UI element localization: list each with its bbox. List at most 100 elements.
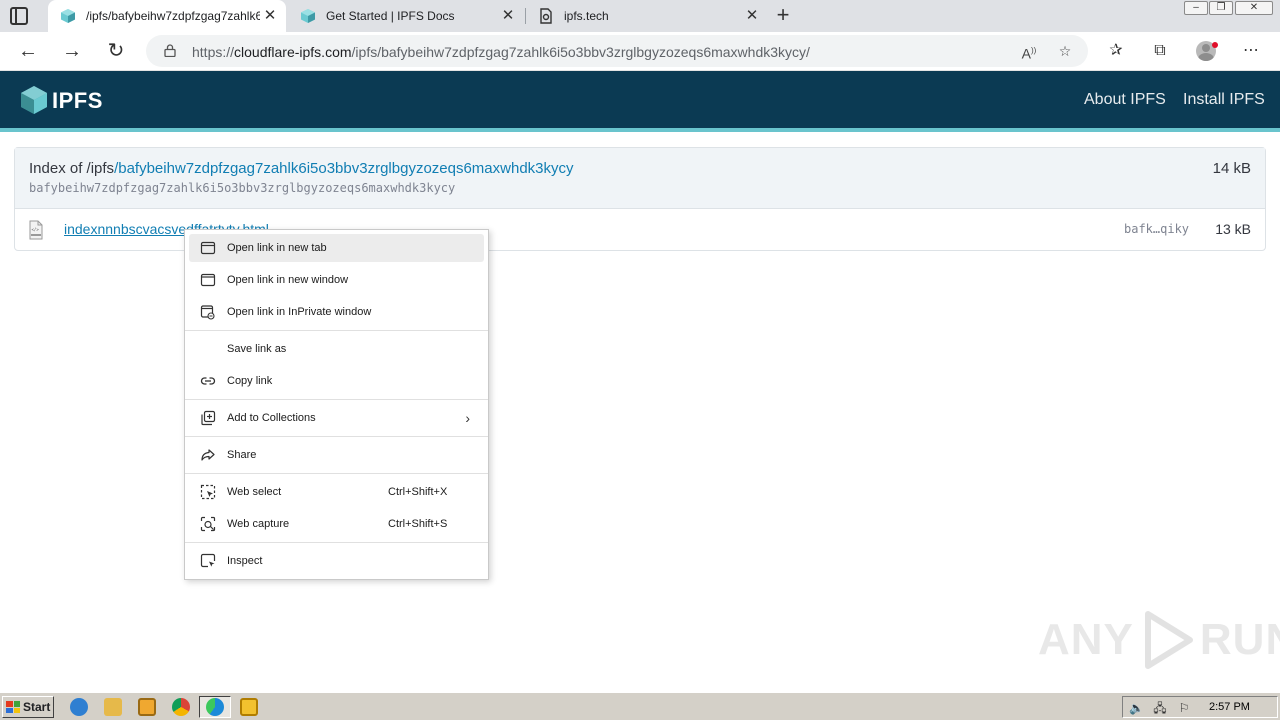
menu-item-web-capture[interactable]: Web capture Ctrl+Shift+S (189, 510, 484, 538)
menu-item-shortcut: Ctrl+Shift+X (388, 486, 448, 498)
ipfs-favicon-icon (301, 9, 315, 23)
inprivate-icon (199, 304, 217, 320)
menu-item-label: Share (227, 449, 257, 461)
start-label: Start (23, 700, 51, 714)
tab-strip: /ipfs/bafybeihw7zdpfzgag7zahlk6i5o3bbv3z… (0, 0, 1280, 32)
index-title: Index of /ipfs/bafybeihw7zdpfzgag7zahlk6… (29, 160, 574, 177)
tab-actions-icon[interactable] (10, 7, 28, 25)
windows-logo-icon (6, 701, 20, 713)
html-file-icon: </> (29, 220, 43, 240)
menu-item-copy-link[interactable]: Copy link (189, 367, 484, 395)
read-aloud-icon[interactable]: A)) (1019, 41, 1039, 62)
about-ipfs-link[interactable]: About IPFS (1084, 91, 1166, 109)
profile-badge (1212, 42, 1218, 48)
listing-header: Index of /ipfs/bafybeihw7zdpfzgag7zahlk6… (15, 148, 1265, 209)
restore-icon[interactable]: ❐ (1209, 1, 1233, 15)
tab-close-icon[interactable]: ✕ (742, 6, 762, 26)
minimize-icon[interactable]: – (1184, 1, 1208, 15)
ipfs-favicon-icon (61, 9, 75, 23)
url-text[interactable]: https://cloudflare-ipfs.com/ipfs/bafybei… (192, 44, 810, 60)
tab-close-icon[interactable]: ✕ (260, 6, 280, 26)
menu-item-web-select[interactable]: Web select Ctrl+Shift+X (189, 478, 484, 506)
header-accent-bar (0, 128, 1280, 132)
tab-title: /ipfs/bafybeihw7zdpfzgag7zahlk6i5o3bbv3z… (86, 9, 260, 23)
ipfs-logo-icon[interactable] (20, 85, 48, 115)
menu-separator (185, 542, 488, 543)
browser-toolbar: ← → ↻ https://cloudflare-ipfs.com/ipfs/b… (0, 32, 1280, 71)
favorites-icon[interactable]: ✰ (1105, 40, 1127, 62)
new-tab-icon[interactable]: + (772, 4, 794, 27)
chevron-right-icon: › (465, 410, 470, 426)
forward-icon[interactable]: → (60, 39, 84, 63)
collections-icon[interactable]: ⧉ (1149, 40, 1171, 62)
media-player-icon[interactable] (138, 698, 156, 716)
tab-ipfs-docs[interactable]: Get Started | IPFS Docs ✕ (288, 0, 524, 32)
menu-item-inspect[interactable]: Inspect (189, 547, 484, 575)
menu-separator (185, 436, 488, 437)
new-window-icon (199, 272, 217, 288)
menu-item-share[interactable]: Share (189, 441, 484, 469)
install-ipfs-link[interactable]: Install IPFS (1183, 91, 1265, 109)
windows-taskbar: Start 🔈 🖧 ⚐ 2:57 PM (0, 692, 1280, 720)
refresh-icon[interactable]: ↻ (104, 39, 128, 63)
url-scheme: https:// (192, 44, 235, 60)
app-icon[interactable] (240, 698, 258, 716)
menu-item-add-to-collections[interactable]: Add to Collections › (189, 404, 484, 432)
web-capture-icon (199, 516, 217, 532)
document-favicon-icon (540, 8, 552, 24)
add-favorite-icon[interactable]: ☆ (1055, 41, 1075, 61)
menu-item-label: Open link in new tab (227, 242, 327, 254)
context-menu: Open link in new tab Open link in new wi… (184, 229, 489, 580)
address-bar[interactable]: https://cloudflare-ipfs.com/ipfs/bafybei… (146, 35, 1088, 67)
web-select-icon (199, 484, 217, 500)
more-options-icon[interactable]: ⋯ (1240, 40, 1262, 62)
cid-path-link[interactable]: /bafybeihw7zdpfzgag7zahlk6i5o3bbv3zrglbg… (114, 160, 573, 177)
flag-icon[interactable]: ⚐ (1177, 701, 1191, 715)
tab-ipfs-index[interactable]: /ipfs/bafybeihw7zdpfzgag7zahlk6i5o3bbv3z… (48, 0, 286, 32)
index-prefix: Index of /ipfs (29, 160, 115, 177)
ipfs-logo-text[interactable]: IPFS (52, 88, 103, 114)
file-explorer-icon[interactable] (104, 698, 122, 716)
new-tab-icon (199, 240, 217, 256)
menu-item-save-link-as[interactable]: Save link as (189, 335, 484, 363)
chrome-icon[interactable] (172, 698, 190, 716)
watermark-left-text: ANY (1038, 615, 1134, 664)
tab-close-icon[interactable]: ✕ (498, 6, 518, 26)
menu-separator (185, 399, 488, 400)
lock-icon[interactable] (164, 44, 176, 57)
menu-separator (185, 330, 488, 331)
back-icon[interactable]: ← (16, 39, 40, 63)
cid-text: bafybeihw7zdpfzgag7zahlk6i5o3bbv3zrglbgy… (29, 181, 456, 195)
menu-item-open-inprivate[interactable]: Open link in InPrivate window (189, 298, 484, 326)
internet-explorer-icon[interactable] (70, 698, 88, 716)
url-host: cloudflare-ipfs.com (234, 44, 352, 60)
menu-item-open-new-tab[interactable]: Open link in new tab (189, 234, 484, 262)
menu-item-open-new-window[interactable]: Open link in new window (189, 266, 484, 294)
menu-item-label: Copy link (227, 375, 273, 387)
total-size: 14 kB (1212, 160, 1251, 177)
start-button[interactable]: Start (2, 696, 54, 718)
watermark-right-text: RUN (1199, 615, 1280, 664)
tab-ipfs-tech[interactable]: ipfs.tech ✕ (526, 0, 768, 32)
network-icon[interactable]: 🖧 (1153, 701, 1167, 715)
menu-item-label: Add to Collections (227, 412, 316, 424)
menu-separator (185, 473, 488, 474)
clock[interactable]: 2:57 PM (1209, 701, 1250, 713)
blank-icon (199, 341, 217, 357)
share-icon (199, 447, 217, 463)
edge-icon[interactable] (206, 698, 224, 716)
menu-item-label: Save link as (227, 343, 287, 355)
link-icon (199, 373, 217, 389)
file-cid[interactable]: bafk…qiky (1124, 222, 1189, 236)
menu-item-label: Inspect (227, 555, 263, 567)
menu-item-label: Open link in new window (227, 274, 349, 286)
window-close-icon[interactable]: ✕ (1235, 1, 1273, 15)
anyrun-watermark: ANY RUN (1038, 610, 1280, 670)
ipfs-header: IPFS About IPFS Install IPFS (0, 71, 1280, 128)
tab-title: Get Started | IPFS Docs (326, 9, 455, 23)
volume-icon[interactable]: 🔈 (1129, 701, 1144, 715)
file-size: 13 kB (1215, 221, 1251, 237)
menu-item-shortcut: Ctrl+Shift+S (388, 518, 448, 530)
inspect-icon (199, 553, 217, 569)
url-path: /ipfs/bafybeihw7zdpfzgag7zahlk6i5o3bbv3z… (351, 44, 810, 60)
